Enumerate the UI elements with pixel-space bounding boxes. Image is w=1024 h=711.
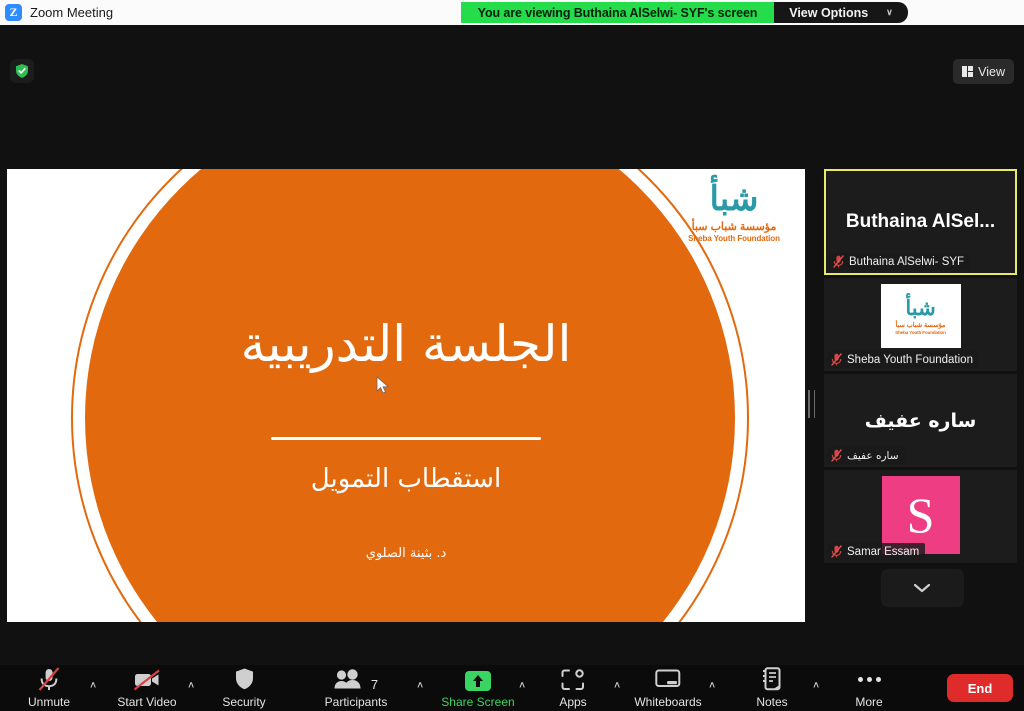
slide-logo: شبأ مؤسسة شباب سبأ Sheba Youth Foundatio… — [671, 182, 797, 243]
logo-arabic-name: مؤسسة شباب سبأ — [691, 221, 777, 233]
view-button-label: View — [978, 64, 1005, 79]
participant-badge-name: ساره عفيف — [847, 449, 899, 462]
video-off-icon — [133, 667, 161, 691]
toolbar-button-label: Whiteboards — [634, 695, 702, 709]
view-layout-button[interactable]: View — [952, 59, 1014, 84]
participants-icon: 7 — [334, 667, 378, 691]
microphone-muted-icon — [831, 449, 842, 462]
slide-title-underline — [271, 437, 541, 440]
participant-tile[interactable]: ساره عفيف ساره عفيف — [824, 374, 1017, 467]
toolbar-button-share-screen[interactable]: Share Screen — [433, 667, 523, 709]
screen-share-banner: You are viewing Buthaina AlSelwi- SYF's … — [461, 2, 774, 23]
meeting-stage: View شبأ مؤسسة شباب سبأ Sheba Youth Foun… — [0, 25, 1024, 665]
window-title: Zoom Meeting — [30, 5, 114, 20]
participant-tile[interactable]: Buthaina AlSel... Buthaina AlSelwi- SYF — [824, 169, 1017, 275]
toolbar-caret-participants[interactable]: ∧ — [416, 679, 424, 690]
toolbar-button-label: Participants — [324, 695, 388, 709]
notes-icon — [762, 667, 782, 691]
toolbar-button-label: Apps — [559, 695, 587, 709]
participant-name-badge: ساره عفيف — [827, 447, 905, 464]
microphone-muted-icon — [831, 353, 842, 366]
toolbar-button-label: More — [855, 695, 883, 709]
microphone-muted-icon — [833, 255, 844, 268]
apps-icon — [561, 667, 585, 691]
toolbar-caret-share-screen[interactable]: ∧ — [518, 679, 526, 690]
whiteboard-icon — [655, 667, 681, 691]
panel-resize-handle[interactable] — [808, 390, 815, 418]
microphone-muted-icon — [831, 545, 842, 558]
slide-subtitle: استقطاب التمويل — [310, 464, 502, 494]
chevron-down-icon: ∨ — [886, 7, 893, 17]
slide-title: الجلسة التدريبية — [240, 315, 572, 373]
toolbar-caret-whiteboards[interactable]: ∧ — [708, 679, 716, 690]
zoom-logo-icon: Z — [5, 4, 22, 21]
participants-count: 7 — [370, 677, 379, 692]
toolbar-button-label: Unmute — [27, 695, 71, 709]
more-dots-icon — [857, 667, 881, 691]
share-screen-icon — [465, 671, 491, 691]
participant-logo-image: شبأ مؤسسة شباب سبأ Sheba Youth Foundation — [880, 284, 961, 348]
toolbar-button-label: Security — [222, 695, 266, 709]
toolbar-button-apps[interactable]: Apps — [528, 667, 618, 709]
toolbar-button-label: Share Screen — [441, 695, 515, 709]
toolbar-caret-notes[interactable]: ∧ — [812, 679, 820, 690]
slide-author: د. بثينة الصلوي — [365, 546, 447, 561]
view-options-label: View Options — [789, 5, 869, 20]
logo-mark: شبأ — [709, 180, 759, 218]
view-options-button[interactable]: View Options ∨ — [774, 2, 908, 23]
participant-name-badge: Samar Essam — [827, 543, 926, 560]
shield-check-icon — [16, 64, 28, 78]
microphone-muted-icon — [38, 667, 60, 691]
toolbar-button-whiteboards[interactable]: Whiteboards — [623, 667, 713, 709]
toolbar-button-label: Notes — [756, 695, 788, 709]
participant-badge-name: Buthaina AlSelwi- SYF — [849, 255, 965, 268]
logo-english-name: Sheba Youth Foundation — [688, 234, 780, 243]
end-meeting-button[interactable]: End — [947, 674, 1013, 702]
encryption-status-button[interactable] — [10, 59, 34, 83]
toolbar-button-unmute[interactable]: Unmute — [4, 667, 94, 709]
toolbar-button-label: Start Video — [117, 695, 177, 709]
mouse-cursor-icon — [376, 376, 390, 394]
toolbar-caret-start-video[interactable]: ∧ — [187, 679, 195, 690]
participant-name-badge: Buthaina AlSelwi- SYF — [829, 253, 971, 270]
toolbar-button-participants[interactable]: 7 Participants — [311, 667, 401, 709]
shield-icon — [234, 667, 255, 691]
layout-grid-icon — [961, 65, 974, 78]
participant-tile[interactable]: شبأ مؤسسة شباب سبأ Sheba Youth Foundation S… — [824, 278, 1017, 371]
toolbar-button-more[interactable]: More — [824, 667, 914, 709]
toolbar-button-security[interactable]: Security — [199, 667, 289, 709]
participant-badge-name: Samar Essam — [847, 545, 920, 558]
toolbar-caret-unmute[interactable]: ∧ — [89, 679, 97, 690]
share-screen-icon — [465, 667, 491, 691]
participant-badge-name: Sheba Youth Foundation — [847, 353, 973, 366]
shared-screen-content: شبأ مؤسسة شباب سبأ Sheba Youth Foundatio… — [7, 169, 805, 622]
chevron-down-icon — [913, 583, 931, 593]
toolbar-button-notes[interactable]: Notes — [727, 667, 817, 709]
meeting-toolbar: End Unmute ∧ Start Video ∧ Security 7 Particip… — [0, 665, 1024, 711]
more-dots-icon — [857, 667, 881, 691]
participant-tile[interactable]: S Samar Essam — [824, 470, 1017, 563]
toolbar-caret-apps[interactable]: ∧ — [613, 679, 621, 690]
participant-filmstrip: Buthaina AlSel... Buthaina AlSelwi- SYF شب… — [824, 169, 1020, 665]
filmstrip-scroll-down-button[interactable] — [880, 569, 964, 607]
toolbar-button-start-video[interactable]: Start Video — [102, 667, 192, 709]
participant-name-badge: Sheba Youth Foundation — [827, 351, 979, 368]
